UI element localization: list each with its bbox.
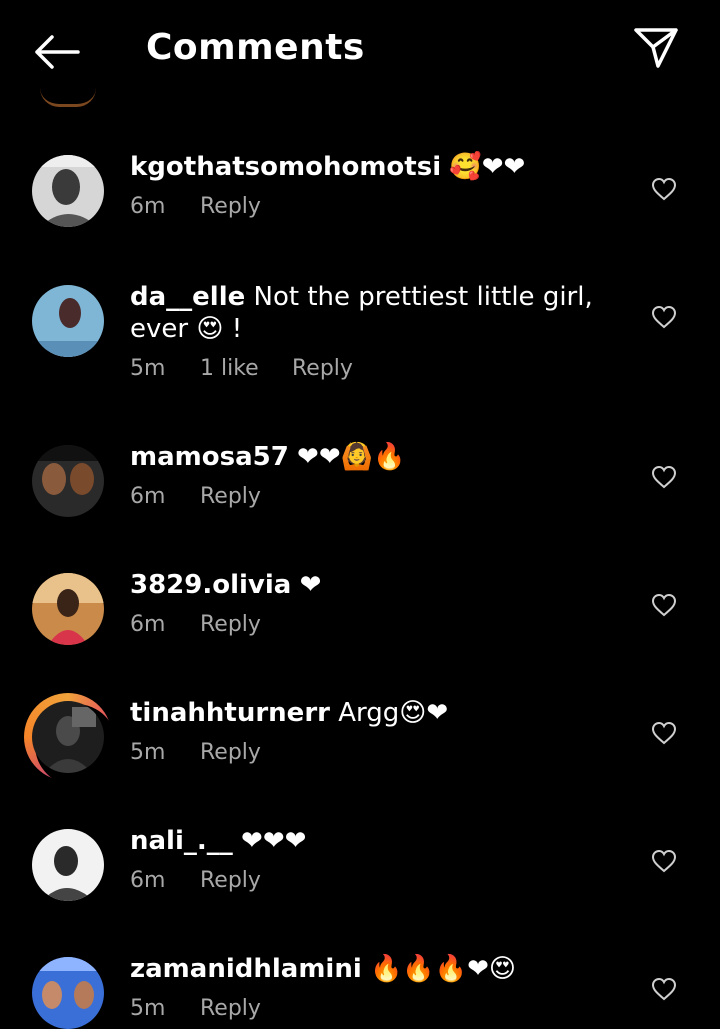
timestamp: 6m xyxy=(130,484,166,509)
like-button[interactable] xyxy=(648,717,680,749)
heart-outline-icon xyxy=(651,305,677,329)
avatar-image xyxy=(32,701,104,773)
avatar-image xyxy=(32,285,104,357)
comment-meta: 6m Reply xyxy=(130,611,630,639)
avatar-image xyxy=(32,155,104,227)
avatar[interactable] xyxy=(32,957,104,1029)
avatar[interactable] xyxy=(32,573,104,645)
avatar-image xyxy=(32,573,104,645)
username[interactable]: zamanidhlamini xyxy=(130,954,362,984)
timestamp: 6m xyxy=(130,612,166,637)
reply-button[interactable]: Reply xyxy=(200,193,261,221)
comment-text: mamosa57 ❤❤🙆🔥 xyxy=(130,441,630,473)
comment-content: mamosa57 ❤❤🙆🔥 6m Reply xyxy=(130,441,630,511)
arrow-left-icon xyxy=(35,35,80,69)
username[interactable]: 3829.olivia xyxy=(130,570,291,600)
comment-body: Argg😍❤ xyxy=(329,698,449,728)
avatar[interactable] xyxy=(32,829,104,901)
comment-meta: 5m 1 like Reply xyxy=(130,355,630,383)
like-button[interactable] xyxy=(648,973,680,1005)
reply-button[interactable]: Reply xyxy=(292,355,353,383)
comment-content: tinahhturnerr Argg😍❤ 5m Reply xyxy=(130,697,630,767)
reply-button[interactable]: Reply xyxy=(200,483,261,511)
heart-outline-icon xyxy=(651,177,677,201)
header-bar: Comments xyxy=(0,0,720,107)
like-button[interactable] xyxy=(648,589,680,621)
heart-outline-icon xyxy=(651,977,677,1001)
comment-content: zamanidhlamini 🔥🔥🔥❤😍 5m Reply xyxy=(130,953,630,1023)
comment-meta: 5m Reply xyxy=(130,739,630,767)
like-button[interactable] xyxy=(648,845,680,877)
comment-text: nali_.__ ❤❤❤ xyxy=(130,825,630,857)
like-count[interactable]: 1 like xyxy=(200,355,292,383)
heart-outline-icon xyxy=(651,593,677,617)
avatar-image xyxy=(32,829,104,901)
like-button[interactable] xyxy=(648,301,680,333)
like-button[interactable] xyxy=(648,173,680,205)
comment-body: 🔥🔥🔥❤😍 xyxy=(361,954,517,984)
heart-outline-icon xyxy=(651,849,677,873)
avatar-image xyxy=(32,957,104,1029)
comment-content: da__elle Not the prettiest little girl, … xyxy=(130,281,630,383)
timestamp: 5m xyxy=(130,356,166,381)
comment-body: 🥰❤❤ xyxy=(441,152,526,182)
share-button[interactable] xyxy=(628,20,684,76)
heart-outline-icon xyxy=(651,465,677,489)
partial-avatar xyxy=(40,88,96,107)
back-button[interactable] xyxy=(28,26,84,78)
comment-content: nali_.__ ❤❤❤ 6m Reply xyxy=(130,825,630,895)
comment-content: 3829.olivia ❤ 6m Reply xyxy=(130,569,630,639)
page-title: Comments xyxy=(146,27,365,68)
timestamp: 5m xyxy=(130,740,166,765)
comment-body: ❤❤🙆🔥 xyxy=(288,442,406,472)
paper-plane-icon xyxy=(634,28,678,68)
comment-content: kgothatsomohomotsi 🥰❤❤ 6m Reply xyxy=(130,151,630,221)
comment-text: da__elle Not the prettiest little girl, … xyxy=(130,281,630,345)
comment-meta: 6m Reply xyxy=(130,483,630,511)
comment-body: ❤❤❤ xyxy=(232,826,307,856)
comment-meta: 6m Reply xyxy=(130,193,630,221)
comment-meta: 6m Reply xyxy=(130,867,630,895)
comment-text: zamanidhlamini 🔥🔥🔥❤😍 xyxy=(130,953,630,985)
reply-button[interactable]: Reply xyxy=(200,611,261,639)
username[interactable]: mamosa57 xyxy=(130,442,289,472)
timestamp: 6m xyxy=(130,868,166,893)
reply-button[interactable]: Reply xyxy=(200,739,261,767)
heart-outline-icon xyxy=(651,721,677,745)
avatar[interactable] xyxy=(32,445,104,517)
reply-button[interactable]: Reply xyxy=(200,867,261,895)
comment-text: 3829.olivia ❤ xyxy=(130,569,630,601)
username[interactable]: da__elle xyxy=(130,282,245,312)
comment-text: tinahhturnerr Argg😍❤ xyxy=(130,697,630,729)
timestamp: 6m xyxy=(130,194,166,219)
username[interactable]: tinahhturnerr xyxy=(130,698,330,728)
username[interactable]: nali_.__ xyxy=(130,826,233,856)
username[interactable]: kgothatsomohomotsi xyxy=(130,152,441,182)
comment-text: kgothatsomohomotsi 🥰❤❤ xyxy=(130,151,630,183)
avatar[interactable] xyxy=(24,693,117,786)
comment-body: ❤ xyxy=(291,570,322,600)
avatar-image xyxy=(32,445,104,517)
avatar[interactable] xyxy=(32,155,104,227)
avatar[interactable] xyxy=(32,285,104,357)
like-button[interactable] xyxy=(648,461,680,493)
